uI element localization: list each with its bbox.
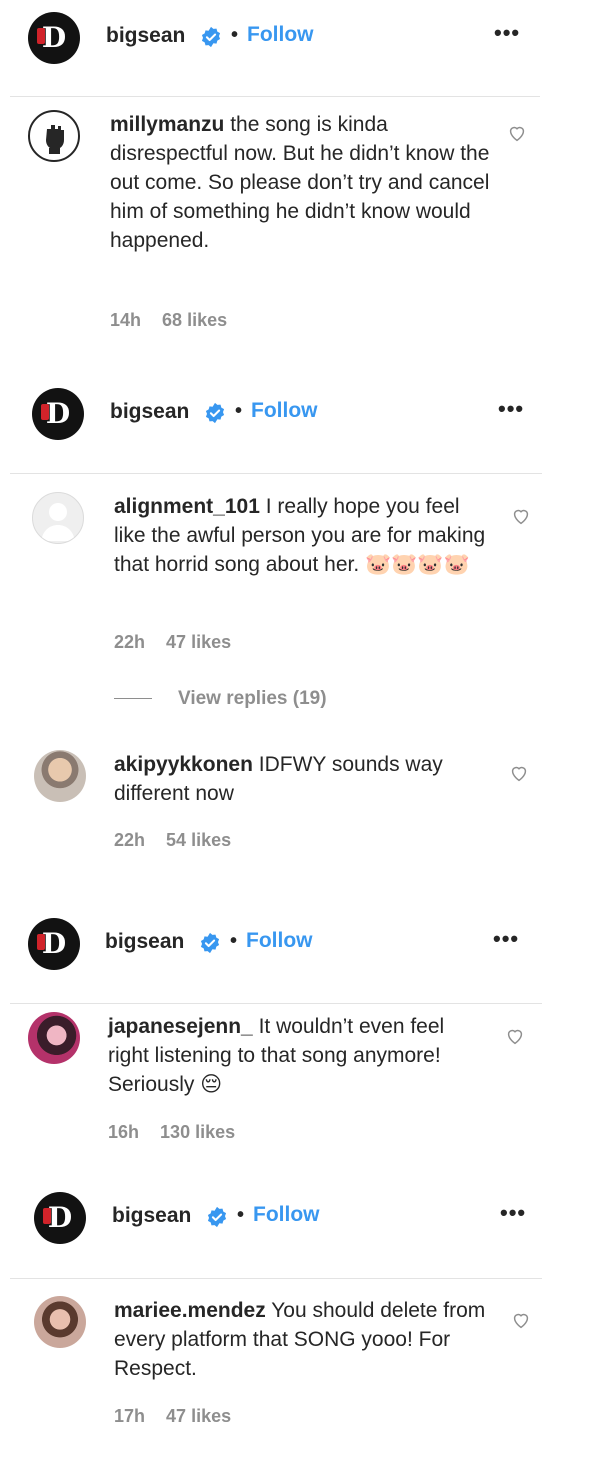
comment-likes[interactable]: 54 likes	[166, 830, 231, 850]
follow-button[interactable]: Follow	[246, 929, 313, 953]
post-header: D bigsean • Follow •••	[0, 1192, 600, 1252]
comment-likes[interactable]: 130 likes	[160, 1122, 235, 1142]
d-logo-icon: D	[40, 397, 71, 430]
header-username[interactable]: bigsean	[110, 400, 189, 424]
comment-meta: 22h 54 likes	[114, 830, 247, 851]
user-photo-icon[interactable]	[28, 1012, 80, 1064]
comment-username[interactable]: akipyykkonen	[114, 753, 253, 776]
post-header: D bigsean • Follow •••	[0, 918, 600, 978]
follow-button[interactable]: Follow	[251, 399, 318, 423]
like-heart-icon[interactable]	[510, 1309, 532, 1331]
separator-dot: •	[237, 1204, 245, 1226]
user-photo-icon[interactable]	[34, 750, 86, 802]
comment-username[interactable]: mariee.mendez	[114, 1299, 266, 1322]
comment-likes[interactable]: 68 likes	[162, 310, 227, 330]
bigsean-avatar[interactable]: D	[28, 918, 80, 970]
comment-username[interactable]: alignment_101	[114, 495, 260, 518]
comment-meta: 14h 68 likes	[110, 310, 243, 331]
view-replies-button[interactable]: View replies (19)	[114, 688, 327, 710]
more-options-icon[interactable]: •••	[498, 396, 524, 422]
post-header: D bigsean • Follow •••	[0, 12, 600, 72]
header-username[interactable]: bigsean	[106, 24, 185, 48]
comment-likes[interactable]: 47 likes	[166, 632, 231, 652]
like-heart-icon[interactable]	[510, 505, 532, 527]
comment-meta: 16h 130 likes	[108, 1122, 251, 1143]
separator-dot: •	[230, 930, 238, 952]
separator-dot: •	[235, 400, 243, 422]
separator-dot: •	[231, 24, 239, 46]
bigsean-avatar[interactable]: D	[32, 388, 84, 440]
verified-badge-icon	[205, 402, 225, 424]
comment-time[interactable]: 14h	[110, 310, 141, 330]
d-logo-icon: D	[36, 927, 67, 960]
d-logo-icon: D	[42, 1201, 73, 1234]
raised-fist-icon[interactable]	[28, 110, 80, 162]
comment-text: mariee.mendez You should delete from eve…	[114, 1296, 494, 1383]
post-header: D bigsean • Follow •••	[0, 388, 600, 448]
verified-badge-icon	[207, 1206, 227, 1228]
more-options-icon[interactable]: •••	[500, 1200, 526, 1226]
header-username[interactable]: bigsean	[112, 1204, 191, 1228]
divider	[10, 1003, 542, 1004]
comment-text: japanesejenn_ It wouldn’t even feel righ…	[108, 1012, 488, 1099]
bigsean-avatar[interactable]: D	[34, 1192, 86, 1244]
divider	[10, 1278, 542, 1279]
comment-time[interactable]: 17h	[114, 1406, 145, 1426]
comment-username[interactable]: japanesejenn_	[108, 1015, 253, 1038]
comment-likes[interactable]: 47 likes	[166, 1406, 231, 1426]
like-heart-icon[interactable]	[506, 122, 528, 144]
d-logo-icon: D	[36, 21, 67, 54]
header-username[interactable]: bigsean	[105, 930, 184, 954]
default-avatar-icon[interactable]	[32, 492, 84, 544]
comment-time[interactable]: 16h	[108, 1122, 139, 1142]
verified-badge-icon	[201, 26, 221, 48]
divider	[10, 473, 542, 474]
verified-badge-icon	[200, 932, 220, 954]
bigsean-avatar[interactable]: D	[28, 12, 80, 64]
replies-line	[114, 698, 152, 700]
comment-meta: 22h 47 likes	[114, 632, 247, 653]
comment-text: alignment_101 I really hope you feel lik…	[114, 492, 494, 579]
like-heart-icon[interactable]	[504, 1025, 526, 1047]
comment-meta: 17h 47 likes	[114, 1406, 247, 1427]
like-heart-icon[interactable]	[508, 762, 530, 784]
comment-text: akipyykkonen IDFWY sounds way different …	[114, 750, 494, 808]
comment-username[interactable]: millymanzu	[110, 113, 224, 136]
view-replies-label[interactable]: View replies (19)	[178, 688, 327, 709]
follow-button[interactable]: Follow	[247, 23, 314, 47]
user-photo-icon[interactable]	[34, 1296, 86, 1348]
comment-time[interactable]: 22h	[114, 632, 145, 652]
more-options-icon[interactable]: •••	[494, 20, 520, 46]
comment-time[interactable]: 22h	[114, 830, 145, 850]
follow-button[interactable]: Follow	[253, 1203, 320, 1227]
more-options-icon[interactable]: •••	[493, 926, 519, 952]
divider	[10, 96, 540, 97]
comment-text: millymanzu the song is kinda disrespectf…	[110, 110, 490, 255]
